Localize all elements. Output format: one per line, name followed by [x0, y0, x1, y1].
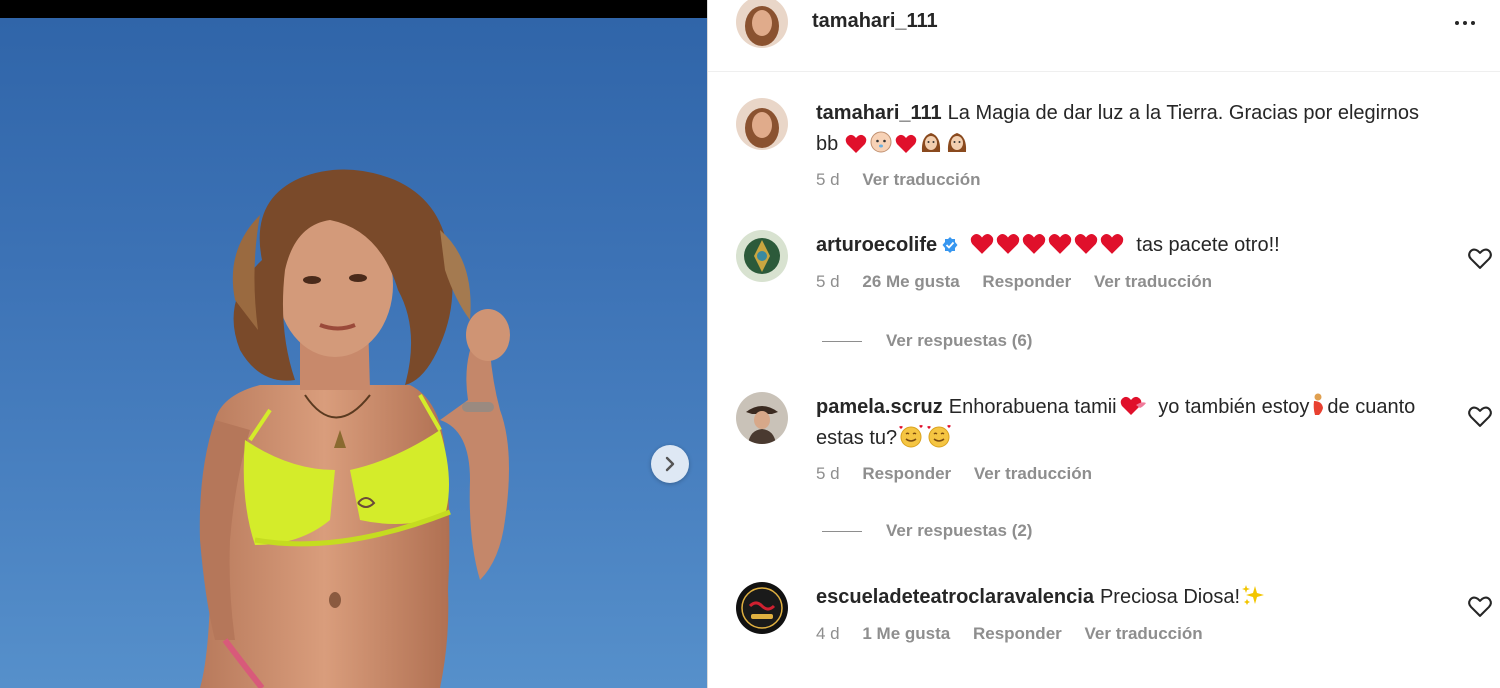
comment-text: pamela.scruz Enhorabuena tamii yo también…	[816, 392, 1426, 454]
caption-time: 5 d	[816, 170, 840, 189]
reply-button[interactable]: Responder	[862, 464, 951, 483]
comment-meta: 4 d 1 Me gusta Responder Ver traducción	[816, 624, 1221, 644]
more-options-icon[interactable]	[1450, 8, 1480, 38]
view-replies-button[interactable]: Ver respuestas (6)	[822, 331, 1032, 351]
comment-text: escueladeteatroclaravalencia Preciosa Dio…	[816, 582, 1426, 613]
red-heart-emoji-icon	[1048, 234, 1071, 254]
sparkles-emoji-icon	[1242, 585, 1265, 605]
comment-username[interactable]: pamela.scruz	[816, 396, 943, 418]
avatar[interactable]	[736, 582, 788, 634]
post-author[interactable]: tamahari_111	[812, 10, 938, 33]
view-replies-label: Ver respuestas (6)	[886, 331, 1033, 350]
comment-meta: 5 d 26 Me gusta Responder Ver traducción	[816, 272, 1230, 292]
red-heart-emoji-icon	[845, 134, 867, 153]
caption-meta: 5 d Ver traducción	[816, 170, 998, 190]
comment-body: Preciosa Diosa!	[1099, 586, 1241, 608]
comment-body: Enhorabuena tamii	[948, 396, 1117, 418]
likes-count[interactable]: 26 Me gusta	[862, 272, 959, 291]
post-media[interactable]	[0, 0, 707, 688]
see-translation-link[interactable]: Ver traducción	[974, 464, 1092, 483]
avatar[interactable]	[736, 98, 788, 150]
smiling-hearts-emoji-icon	[927, 425, 951, 448]
avatar[interactable]	[736, 230, 788, 282]
baby-emoji-icon	[870, 131, 892, 153]
comment-username[interactable]: escueladeteatroclaravalencia	[816, 586, 1094, 608]
chevron-right-icon	[665, 456, 675, 472]
comment-emojis	[969, 234, 1125, 256]
post-photo	[199, 169, 510, 688]
see-translation-link[interactable]: Ver traducción	[1085, 624, 1203, 643]
comment-time: 5 d	[816, 272, 840, 291]
view-replies-label: Ver respuestas (2)	[886, 521, 1033, 540]
comment-time: 5 d	[816, 464, 840, 483]
heart-outline-icon[interactable]	[1466, 244, 1494, 272]
reply-button[interactable]: Responder	[982, 272, 1071, 291]
comment-meta: 5 d Responder Ver traducción	[816, 464, 1110, 484]
verified-badge-icon	[942, 237, 958, 253]
avatar[interactable]	[736, 0, 788, 48]
red-heart-emoji-icon	[970, 234, 993, 254]
comment-time: 4 d	[816, 624, 840, 643]
likes-count[interactable]: 1 Me gusta	[862, 624, 950, 643]
red-heart-emoji-icon	[1100, 234, 1123, 254]
comments-panel: tamahari_111 tamahari_111 La Magia de dar…	[707, 0, 1500, 688]
comment-username[interactable]: arturoecolife	[816, 234, 937, 256]
heart-outline-icon[interactable]	[1466, 402, 1494, 430]
woman-emoji-icon	[947, 133, 966, 152]
reply-button[interactable]: Responder	[973, 624, 1062, 643]
red-heart-emoji-icon	[1022, 234, 1045, 254]
red-heart-emoji-icon	[996, 234, 1019, 254]
woman-emoji-icon	[921, 133, 940, 152]
smiling-hearts-emoji-icon	[899, 425, 923, 448]
see-translation-link[interactable]: Ver traducción	[1094, 272, 1212, 291]
replies-divider	[822, 340, 862, 342]
caption-text: tamahari_111 La Magia de dar luz a la Tie…	[816, 98, 1426, 160]
caption-emojis	[838, 131, 970, 155]
pregnant-woman-emoji-icon	[1314, 393, 1324, 415]
heart-ribbon-emoji-icon	[1120, 396, 1146, 415]
avatar[interactable]	[736, 392, 788, 444]
caption-username[interactable]: tamahari_111	[816, 102, 942, 124]
see-translation-link[interactable]: Ver traducción	[862, 170, 980, 189]
view-replies-button[interactable]: Ver respuestas (2)	[822, 521, 1032, 541]
comment-body-2: yo también estoy	[1158, 396, 1310, 418]
red-heart-emoji-icon	[895, 134, 917, 153]
comment-body: tas pacete otro!!	[1136, 234, 1280, 256]
heart-outline-icon[interactable]	[1466, 592, 1494, 620]
red-heart-emoji-icon	[1074, 234, 1097, 254]
replies-divider	[822, 530, 862, 532]
next-photo-button[interactable]	[651, 445, 689, 483]
comment-text: arturoecolife tas pacete otro!!	[816, 230, 1426, 261]
post-header: tamahari_111	[708, 0, 1500, 72]
